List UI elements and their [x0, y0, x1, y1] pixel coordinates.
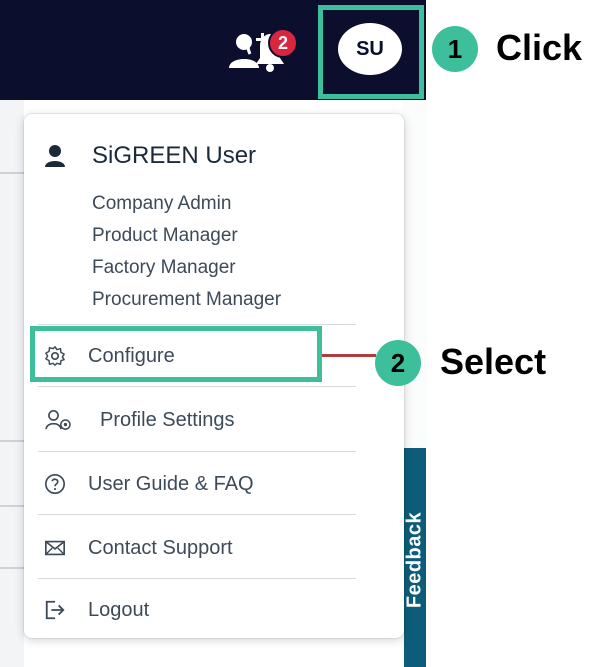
background-divider: [0, 567, 24, 569]
background-divider: [0, 505, 24, 507]
user-roles-list: Company Admin Product Manager Factory Ma…: [92, 188, 281, 316]
menu-item-contact-support[interactable]: Contact Support: [38, 526, 356, 570]
annotation-connector-line: [322, 354, 376, 357]
menu-item-logout[interactable]: Logout: [38, 588, 356, 632]
step-2-badge: 2: [375, 340, 421, 386]
step-1-badge: 1: [432, 26, 478, 72]
role-item: Product Manager: [92, 225, 238, 246]
step-2-label: Select: [440, 341, 547, 382]
menu-item-label: Contact Support: [88, 536, 233, 559]
feedback-label[interactable]: Feedback: [404, 512, 427, 608]
background-left-panel: [0, 100, 24, 667]
highlight-configure-box: [30, 326, 322, 382]
role-item: Factory Manager: [92, 257, 236, 278]
role-item: Company Admin: [92, 193, 232, 214]
step-1-label: Click: [496, 27, 583, 68]
logout-icon: [45, 600, 65, 620]
help-circle-icon: [45, 474, 65, 494]
menu-divider: [38, 514, 356, 515]
menu-item-user-guide[interactable]: User Guide & FAQ: [38, 462, 356, 506]
menu-item-label: Logout: [88, 598, 150, 621]
mail-icon: [45, 540, 65, 556]
menu-item-profile-settings[interactable]: Profile Settings: [38, 398, 356, 442]
menu-item-label: User Guide & FAQ: [88, 472, 254, 495]
role-item: Procurement Manager: [92, 289, 282, 310]
user-header: SiGREEN User: [44, 138, 256, 174]
menu-divider: [38, 386, 356, 387]
background-divider: [0, 440, 24, 442]
menu-divider: [38, 578, 356, 579]
menu-divider: [38, 451, 356, 452]
background-divider: [0, 172, 24, 174]
user-name: SiGREEN User: [92, 142, 257, 169]
menu-divider: [38, 324, 356, 325]
user-icon: [45, 145, 65, 167]
highlight-avatar-box: [318, 5, 424, 99]
menu-item-label: Profile Settings: [100, 408, 235, 431]
user-settings-icon: [45, 410, 71, 430]
notification-badge: 2: [268, 28, 298, 58]
